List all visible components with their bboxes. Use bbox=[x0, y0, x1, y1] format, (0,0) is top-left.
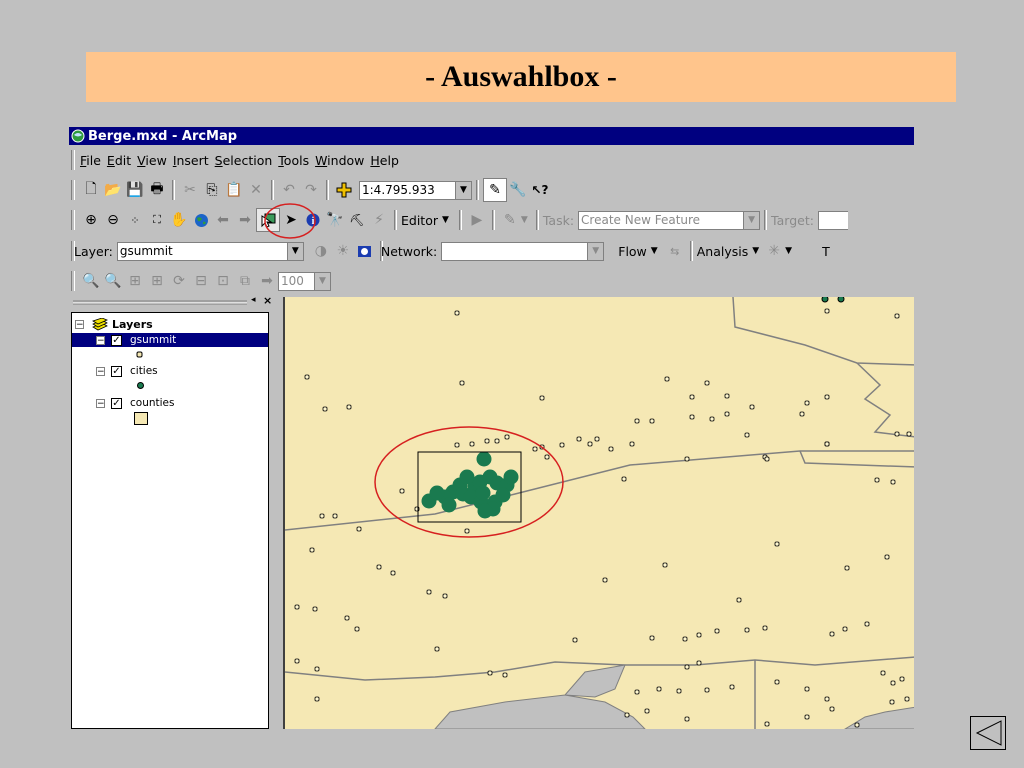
tool-highlight-ring bbox=[264, 203, 316, 239]
annotation-overlay bbox=[264, 203, 564, 538]
selection-highlight-ring bbox=[374, 426, 564, 538]
back-slide-button[interactable] bbox=[970, 716, 1006, 750]
